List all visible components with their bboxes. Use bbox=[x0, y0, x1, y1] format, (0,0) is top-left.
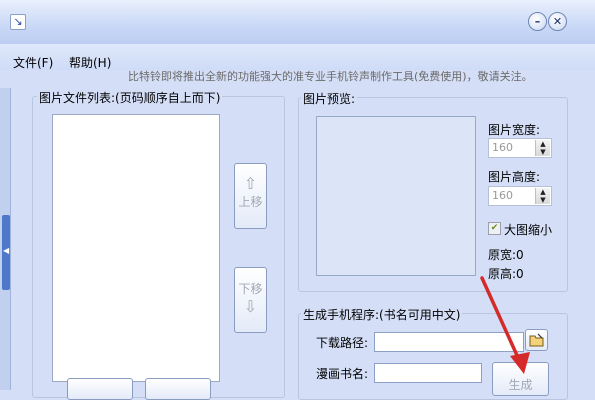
image-preview-area bbox=[316, 116, 476, 276]
image-width-label: 图片宽度: bbox=[488, 123, 541, 137]
preview-legend: 图片预览: bbox=[301, 90, 358, 107]
image-height-label: 图片高度: bbox=[488, 170, 541, 184]
book-name-label: 漫画书名: bbox=[316, 367, 369, 381]
image-file-list[interactable] bbox=[52, 114, 220, 382]
shrink-label: 大图缩小 bbox=[504, 223, 553, 237]
minimize-button[interactable]: – bbox=[528, 12, 547, 31]
close-button[interactable]: ✕ bbox=[548, 12, 567, 31]
app-menu-icon[interactable]: ↘ bbox=[10, 14, 26, 30]
shrink-checkbox[interactable]: ✔ bbox=[488, 222, 501, 235]
download-path-label: 下载路径: bbox=[316, 336, 369, 350]
menu-help[interactable]: 帮助(H) bbox=[69, 54, 111, 71]
title-bar bbox=[0, 0, 595, 45]
move-down-button[interactable]: 下移 ⇩ bbox=[234, 267, 267, 333]
bottom-button-1[interactable] bbox=[67, 378, 133, 400]
bottom-button-2[interactable] bbox=[145, 378, 211, 400]
spin-arrows-icon[interactable]: ▲ ▼ bbox=[535, 188, 550, 204]
move-up-button[interactable]: ⇧ 上移 bbox=[234, 163, 267, 229]
image-list-legend: 图片文件列表:(页码顺序自上而下) bbox=[37, 89, 223, 106]
move-up-label: 上移 bbox=[238, 195, 263, 209]
generate-legend: 生成手机程序:(书名可用中文) bbox=[301, 306, 463, 323]
image-width-spinner[interactable]: 160 ▲ ▼ bbox=[488, 138, 552, 158]
image-width-value: 160 bbox=[492, 141, 513, 154]
arrow-down-icon: ⇩ bbox=[243, 297, 258, 316]
annotation-arrow-icon bbox=[480, 276, 530, 374]
arrow-up-icon: ⇧ bbox=[243, 174, 258, 193]
move-down-label: 下移 bbox=[238, 282, 263, 296]
image-height-spinner[interactable]: 160 ▲ ▼ bbox=[488, 186, 552, 206]
original-width-text: 原宽:0 bbox=[488, 248, 524, 262]
notice-text: 比特铃即将推出全新的功能强大的准专业手机铃声制作工具(免费使用)，敬请关注。 bbox=[128, 70, 533, 83]
image-height-value: 160 bbox=[492, 189, 513, 202]
spin-arrows-icon[interactable]: ▲ ▼ bbox=[535, 140, 550, 156]
chevron-left-icon: ◀ bbox=[3, 246, 10, 255]
menu-file[interactable]: 文件(F) bbox=[13, 54, 53, 71]
book-name-input[interactable] bbox=[374, 363, 482, 383]
